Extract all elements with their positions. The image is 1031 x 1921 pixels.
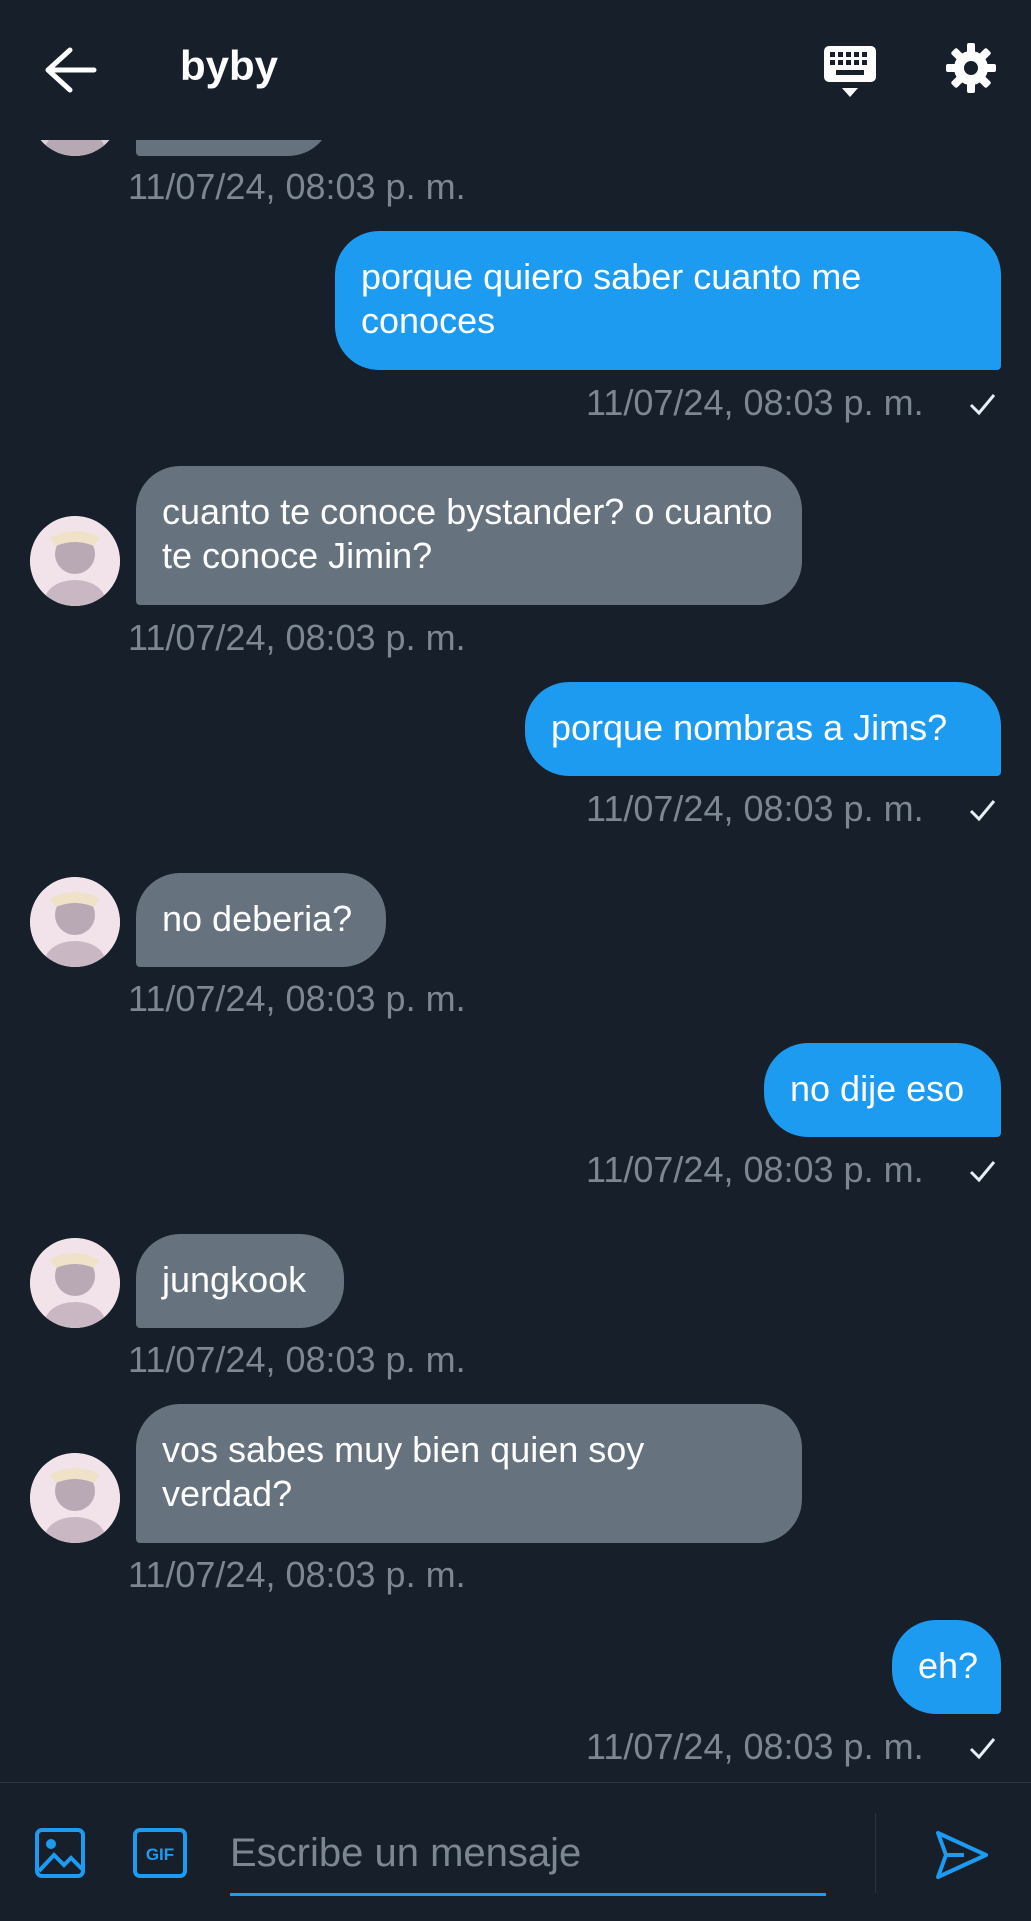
avatar[interactable] [30, 1238, 120, 1328]
gif-icon[interactable]: GIF [132, 1827, 188, 1879]
avatar[interactable] [30, 1453, 120, 1543]
keyboard-icon[interactable] [822, 44, 878, 100]
chat-title[interactable]: byby [180, 42, 278, 90]
divider [875, 1813, 876, 1893]
svg-text:GIF: GIF [146, 1845, 174, 1864]
message-input[interactable] [230, 1813, 826, 1896]
message-timestamp: 11/07/24, 08:03 p. m. [586, 788, 924, 829]
message-timestamp: 11/07/24, 08:03 p. m. [128, 1339, 466, 1380]
message-bubble-outgoing[interactable]: porque nombras a Jims? [525, 682, 1001, 776]
sent-check-icon [969, 1161, 996, 1183]
message-timestamp: 11/07/24, 08:03 p. m. [128, 166, 466, 207]
message-timestamp: 11/07/24, 08:03 p. m. [586, 1726, 924, 1767]
message-bubble-outgoing[interactable]: eh? [892, 1620, 1001, 1714]
sent-check-icon [969, 1738, 996, 1760]
gear-icon[interactable] [945, 42, 997, 94]
message-timestamp: 11/07/24, 08:03 p. m. [128, 978, 466, 1019]
message-timestamp: 11/07/24, 08:03 p. m. [128, 1554, 466, 1595]
sent-check-icon [969, 394, 996, 416]
message-bubble-incoming[interactable]: no deberia? [136, 873, 386, 967]
message-timestamp: 11/07/24, 08:03 p. m. [128, 617, 466, 658]
image-icon[interactable] [34, 1827, 86, 1879]
sent-check-icon [969, 800, 996, 822]
message-bubble-incoming[interactable]: jungkook [136, 1234, 344, 1328]
send-icon[interactable] [934, 1827, 990, 1883]
avatar[interactable] [30, 877, 120, 967]
arrow-left-icon[interactable] [40, 44, 100, 96]
message-bubble-outgoing[interactable]: no dije eso [764, 1043, 1001, 1137]
message-composer: GIF [0, 1782, 1031, 1921]
message-bubble-incoming[interactable]: vos sabes muy bien quien soy verdad? [136, 1404, 802, 1543]
message-timestamp: 11/07/24, 08:03 p. m. [586, 1149, 924, 1190]
avatar[interactable] [30, 516, 120, 606]
message-bubble-outgoing[interactable]: porque quiero saber cuanto me conoces [335, 231, 1001, 370]
chat-header: byby [0, 0, 1031, 140]
message-list[interactable]: 11/07/24, 08:03 p. m. porque quiero sabe… [0, 0, 1031, 1782]
message-timestamp: 11/07/24, 08:03 p. m. [586, 382, 924, 423]
message-bubble-incoming[interactable]: cuanto te conoce bystander? o cuanto te … [136, 466, 802, 605]
